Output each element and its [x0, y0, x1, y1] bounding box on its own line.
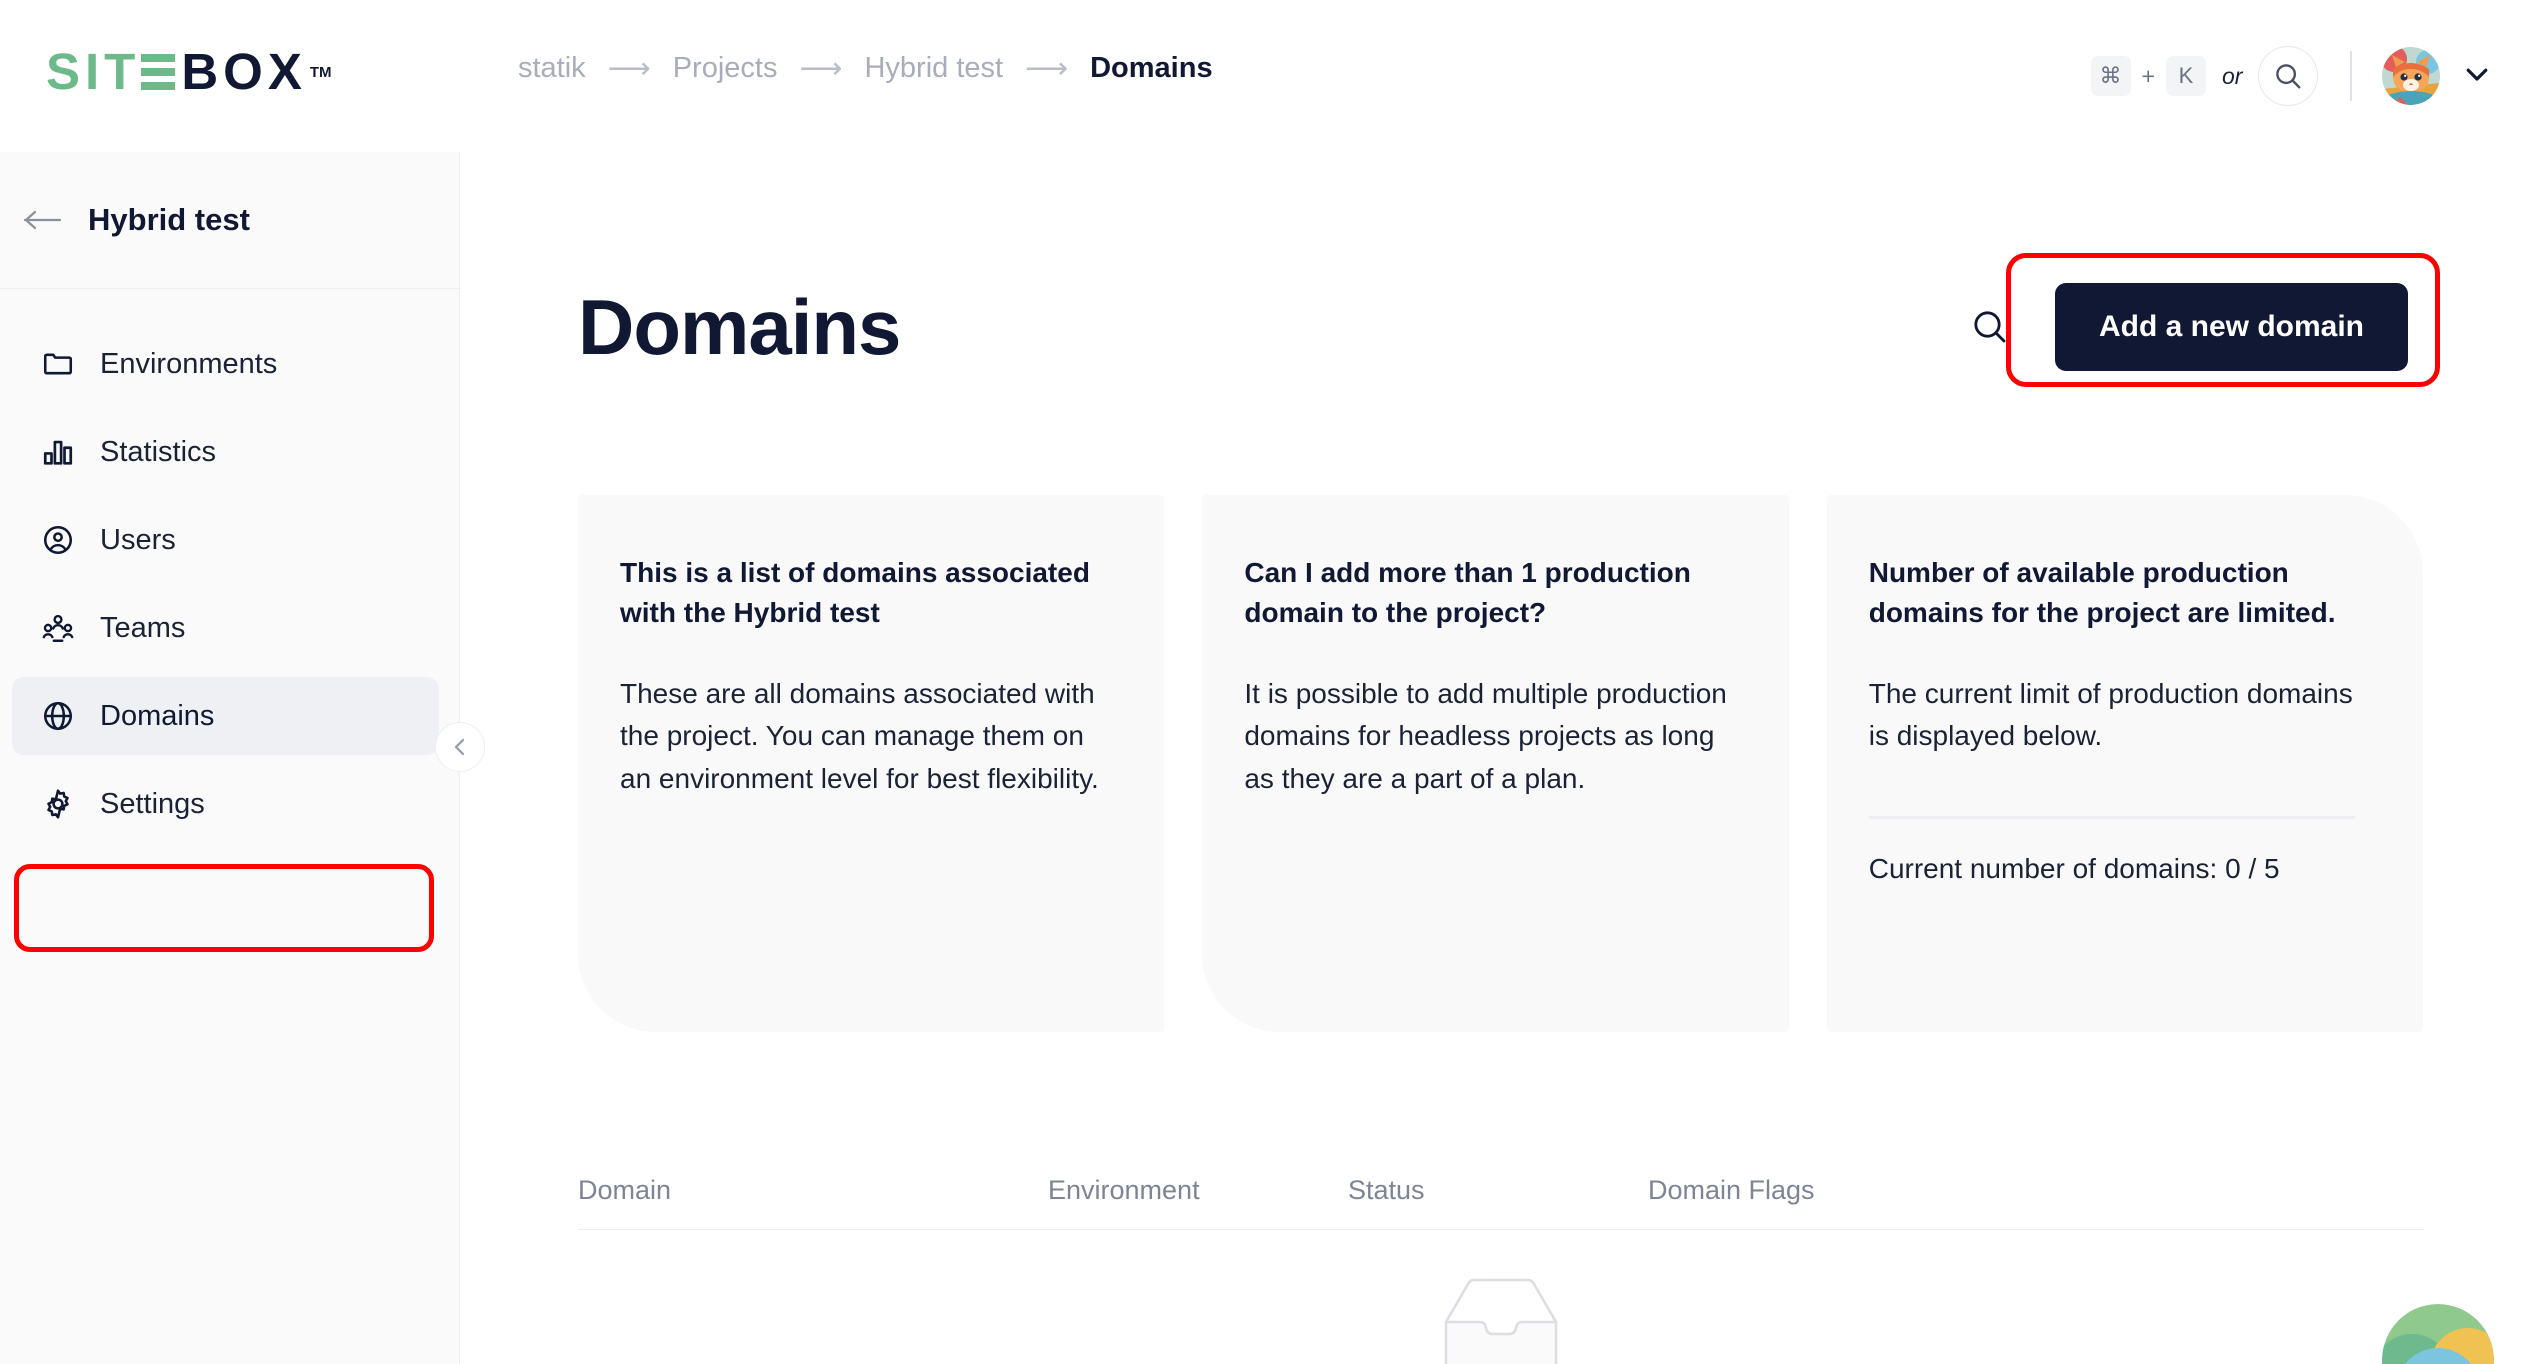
page-header-actions: Add a new domain — [1970, 283, 2408, 371]
breadcrumb-item-hybrid-test[interactable]: Hybrid test — [864, 52, 1003, 85]
global-search-button[interactable] — [2258, 46, 2319, 106]
breadcrumb-arrow-icon: ⟶ — [799, 51, 843, 85]
info-card-divider — [1868, 815, 2355, 819]
inbox-tray-icon — [1444, 1278, 1557, 1364]
info-card-body: The current limit of production domains … — [1868, 677, 2353, 752]
sidebar-header: Hybrid test — [0, 152, 459, 289]
sidebar-item-users[interactable]: Users — [12, 501, 439, 579]
chevron-down-icon — [2466, 68, 2488, 81]
info-card-title: This is a list of domains associated wit… — [620, 557, 1090, 628]
shortcut-plus-label: + — [2141, 62, 2155, 89]
top-bar-divider — [2350, 51, 2352, 101]
page-header: Domains Add a new domain — [578, 262, 2408, 392]
top-bar-actions: ⌘ + K or — [2090, 30, 2492, 122]
info-card-body: These are all domains associated with th… — [620, 677, 1099, 794]
logo-text-box: BOX — [181, 43, 307, 100]
sidebar-back-button[interactable] — [22, 206, 64, 234]
sidebar-item-label: Teams — [100, 611, 186, 644]
account-menu-button[interactable] — [2462, 59, 2492, 94]
info-card: Can I add more than 1 production domain … — [1202, 495, 1789, 1032]
breadcrumb-item-domains[interactable]: Domains — [1090, 52, 1212, 85]
folder-icon — [38, 347, 78, 381]
users-group-icon — [38, 611, 78, 645]
globe-icon — [38, 699, 78, 733]
sidebar-item-environments[interactable]: Environments — [12, 325, 439, 403]
column-header-status[interactable]: Status — [1348, 1175, 1648, 1206]
sidebar-item-teams[interactable]: Teams — [12, 589, 439, 667]
cat-avatar-image — [2382, 47, 2440, 105]
info-card-title: Can I add more than 1 production domain … — [1244, 557, 1691, 628]
main-content: Domains Add a new domain This is a list … — [460, 152, 2530, 1364]
sidebar-item-statistics[interactable]: Statistics — [12, 413, 439, 491]
arrow-left-icon — [23, 210, 62, 230]
column-header-environment[interactable]: Environment — [1048, 1175, 1348, 1206]
sidebar-item-label: Environments — [100, 347, 278, 380]
info-card: Number of available production domains f… — [1826, 495, 2423, 1032]
sidebar-collapse-toggle[interactable] — [435, 722, 485, 772]
k-key-badge: K — [2165, 56, 2206, 96]
shortcut-or-label: or — [2221, 62, 2243, 89]
info-card-title: Number of available production domains f… — [1868, 557, 2336, 628]
gear-icon — [38, 787, 78, 821]
domains-table: Domain Environment Status Domain Flags — [578, 1152, 2423, 1364]
sidebar-item-label: Domains — [100, 699, 215, 732]
sidebar-item-label: Users — [100, 523, 176, 556]
breadcrumb-item-statik[interactable]: statik — [518, 52, 586, 85]
logo-text-site: SIT — [46, 43, 141, 100]
logo-trademark: TM — [309, 64, 332, 81]
breadcrumb-arrow-icon: ⟶ — [1025, 51, 1069, 85]
table-empty-state — [578, 1270, 2423, 1364]
breadcrumb-item-projects[interactable]: Projects — [673, 52, 778, 85]
sidebar-menu: Environments Statistics Users Teams Doma… — [0, 289, 459, 843]
info-card: This is a list of domains associated wit… — [578, 495, 1165, 1032]
sidebar-project-name: Hybrid test — [88, 202, 250, 237]
table-header-row: Domain Environment Status Domain Flags — [578, 1152, 2423, 1230]
domain-search-button[interactable] — [1970, 307, 2010, 347]
search-icon — [2276, 64, 2301, 89]
avatar[interactable] — [2382, 47, 2440, 105]
column-header-domain[interactable]: Domain — [578, 1175, 1048, 1206]
logo-e-bars-icon — [141, 53, 176, 90]
info-card-body: It is possible to add multiple productio… — [1244, 677, 1727, 794]
user-circle-icon — [38, 523, 78, 557]
chevron-left-icon — [454, 738, 465, 756]
sidebar-item-settings[interactable]: Settings — [12, 765, 439, 843]
command-key-badge: ⌘ — [2090, 56, 2131, 96]
bar-chart-icon — [38, 435, 78, 469]
breadcrumb-arrow-icon: ⟶ — [607, 51, 651, 85]
sidebar-item-domains[interactable]: Domains — [12, 677, 439, 755]
column-header-domain-flags[interactable]: Domain Flags — [1648, 1175, 2423, 1206]
sitebox-logo[interactable]: SIT BOX TM — [46, 46, 332, 106]
annotation-box-domains — [14, 864, 434, 952]
sidebar: Hybrid test Environments Statistics User… — [0, 152, 460, 1364]
top-bar: SIT BOX TM statik ⟶ Projects ⟶ Hybrid te… — [0, 0, 2530, 152]
sidebar-item-label: Statistics — [100, 435, 217, 468]
domain-count-stat: Current number of domains: 0 / 5 — [1868, 852, 2280, 884]
page-title: Domains — [578, 282, 901, 371]
add-a-new-domain-button[interactable]: Add a new domain — [2054, 283, 2408, 371]
search-icon — [1974, 311, 2006, 343]
breadcrumb: statik ⟶ Projects ⟶ Hybrid test ⟶ Domain… — [518, 52, 1213, 85]
info-cards: This is a list of domains associated wit… — [578, 495, 2423, 1032]
sidebar-item-label: Settings — [100, 787, 205, 820]
